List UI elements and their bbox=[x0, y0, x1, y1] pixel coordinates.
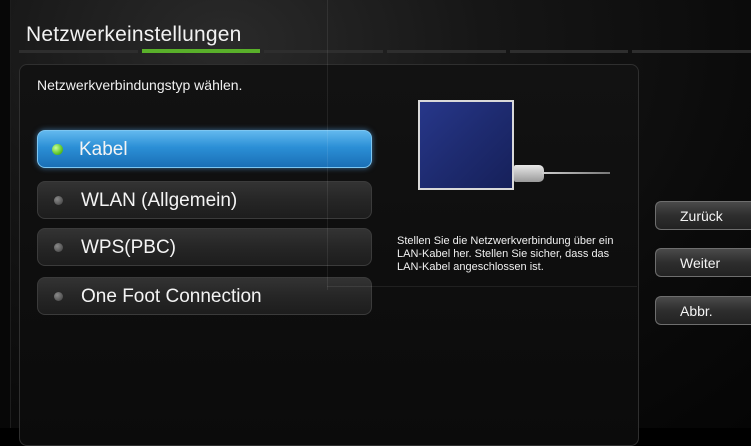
option-label: WPS(PBC) bbox=[81, 236, 176, 258]
lan-plug-icon bbox=[514, 165, 544, 182]
divider bbox=[327, 0, 328, 290]
tv-settings-screen: Netzwerkeinstellungen Netzwerkverbindung… bbox=[0, 0, 751, 446]
option-label: WLAN (Allgemein) bbox=[81, 189, 238, 211]
radio-dot-icon bbox=[54, 242, 63, 252]
next-button-label: Weiter bbox=[680, 254, 721, 271]
option-wps-button[interactable]: WPS(PBC) bbox=[37, 228, 372, 266]
next-button[interactable]: Weiter bbox=[655, 248, 751, 277]
cancel-button-label: Abbr. bbox=[680, 302, 713, 319]
cancel-button[interactable]: Abbr. bbox=[655, 296, 751, 325]
progress-step bbox=[264, 50, 384, 53]
tv-illustration-icon bbox=[418, 100, 514, 190]
page-title: Netzwerkeinstellungen bbox=[26, 23, 242, 46]
option-label: One Foot Connection bbox=[81, 285, 262, 307]
option-label: Kabel bbox=[79, 138, 128, 160]
connection-type-prompt: Netzwerkverbindungstyp wählen. bbox=[37, 77, 243, 93]
divider bbox=[327, 286, 637, 287]
connection-description: Stellen Sie die Netzwerkverbindung über … bbox=[397, 235, 614, 273]
progress-step bbox=[632, 50, 751, 53]
option-kabel-button[interactable]: Kabel bbox=[37, 130, 372, 168]
option-one-foot-button[interactable]: One Foot Connection bbox=[37, 277, 372, 315]
progress-step bbox=[19, 50, 138, 53]
progress-step bbox=[509, 50, 629, 53]
lan-cable-icon bbox=[542, 172, 610, 174]
back-button-label: Zurück bbox=[680, 207, 723, 224]
radio-dot-icon bbox=[52, 143, 63, 155]
radio-dot-icon bbox=[54, 195, 63, 205]
radio-dot-icon bbox=[54, 291, 63, 301]
step-progress-bar bbox=[19, 49, 751, 53]
back-button[interactable]: Zurück bbox=[655, 201, 751, 230]
option-wlan-button[interactable]: WLAN (Allgemein) bbox=[37, 181, 372, 219]
left-bezel bbox=[0, 0, 11, 428]
progress-step-active bbox=[141, 49, 261, 53]
progress-step bbox=[387, 50, 506, 53]
